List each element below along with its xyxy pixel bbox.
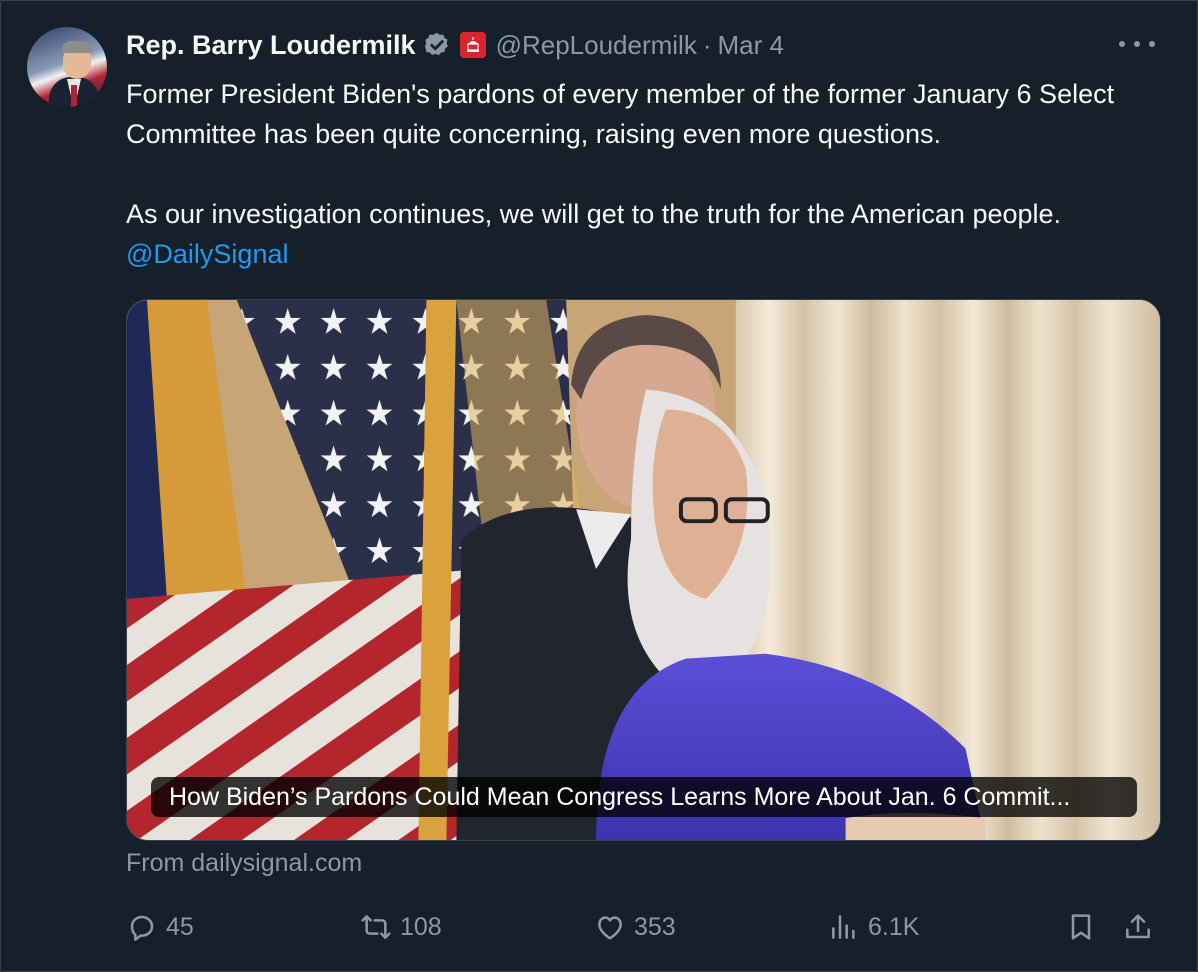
government-badge-icon[interactable] [459,32,486,58]
reply-button[interactable]: 45 [126,906,194,948]
avatar-hair [62,41,92,53]
repost-button[interactable]: 108 [360,906,442,948]
avatar[interactable] [27,27,107,107]
more-dot [1119,41,1125,47]
views-button[interactable]: 6.1K [828,906,919,948]
tweet-paragraph-1: Former President Biden's pardons of ever… [126,79,1115,149]
tweet-header: Rep. Barry Loudermilk @RepLoudermilk · M… [126,27,784,63]
like-count: 353 [634,912,676,941]
tweet-paragraph-2-text: As our investigation continues, we will … [126,199,1062,229]
views-icon [832,915,855,939]
share-icon [1126,914,1150,939]
tweet[interactable]: Rep. Barry Loudermilk @RepLoudermilk · M… [0,0,1198,972]
repost-count: 108 [400,912,442,941]
separator-dot: · [702,29,712,60]
bookmark-icon [1071,914,1091,940]
share-button[interactable] [1122,906,1154,948]
reply-icon [130,915,154,941]
author-handle[interactable]: @RepLoudermilk [496,30,697,61]
bookmark-button[interactable] [1065,906,1097,948]
views-count: 6.1K [868,912,920,941]
more-dot [1149,41,1155,47]
mention-link[interactable]: @DailySignal [126,239,288,269]
tweet-paragraph-2: As our investigation continues, we will … [126,194,1166,274]
like-button[interactable]: 353 [594,906,676,948]
author-name[interactable]: Rep. Barry Loudermilk [126,30,416,61]
reply-count: 45 [166,912,194,941]
like-icon [598,916,622,940]
action-bar: 45 108 353 6.1K [126,906,1161,948]
more-icon[interactable] [1119,32,1155,56]
tweet-date[interactable]: Mar 4 [718,30,784,61]
avatar-tie [71,85,77,107]
link-card[interactable]: How Biden’s Pardons Could Mean Congress … [126,299,1161,841]
repost-icon [361,915,391,939]
card-source[interactable]: From dailysignal.com [126,849,362,878]
tweet-text: Former President Biden's pardons of ever… [126,74,1166,274]
more-dot [1134,41,1140,47]
card-title[interactable]: How Biden’s Pardons Could Mean Congress … [151,777,1137,817]
card-image [127,300,1160,840]
verified-badge-icon[interactable] [423,31,451,59]
